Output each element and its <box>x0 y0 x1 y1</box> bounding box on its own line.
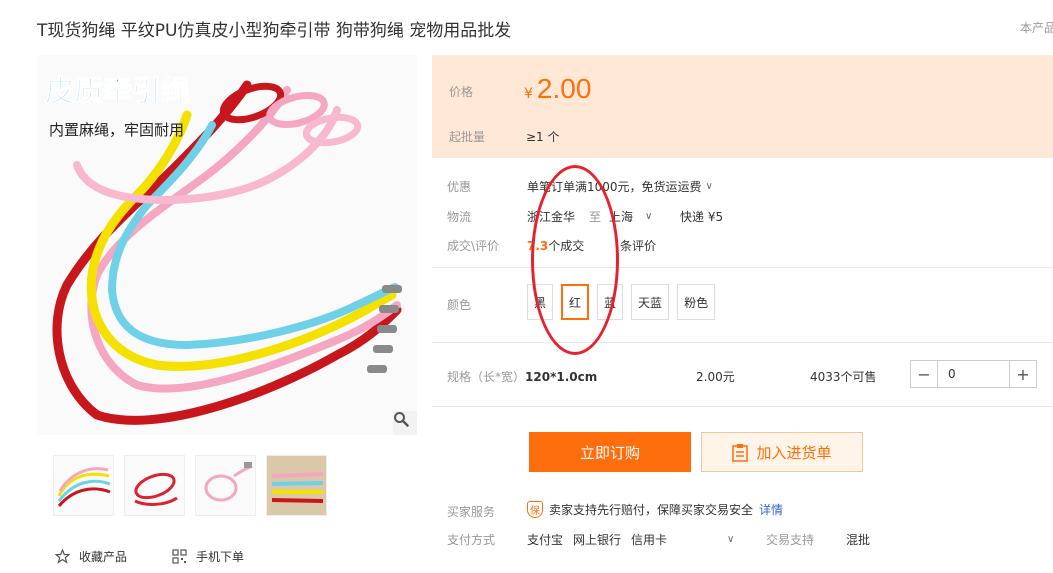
qr-code-icon <box>172 549 187 564</box>
color-option-sky-blue[interactable]: 天蓝 <box>631 284 670 320</box>
promo-dropdown[interactable]: 单笔订单满1000元，免货运运费 ∨ <box>527 178 713 195</box>
buyer-service: 保 卖家支持先行赔付，保障买家交易安全 详情 <box>527 501 783 518</box>
bottom-links: 收藏产品 手机下单 <box>55 548 244 565</box>
promo-text: 单笔订单满1000元，免货运运费 <box>527 180 702 194</box>
details-link[interactable]: 详情 <box>759 501 783 518</box>
color-options: 黑 红 蓝 天蓝 粉色 <box>527 284 716 320</box>
price-amount: 2.00 <box>536 73 592 104</box>
ship-to: 上海 <box>609 210 634 224</box>
banner-text: 皮质牵引绳 <box>45 74 190 108</box>
thumbnail-1[interactable] <box>53 455 114 516</box>
deals-number: 7.3 <box>527 239 549 253</box>
color-option-pink[interactable]: 粉色 <box>677 284 716 320</box>
spec-row: 规格（长*宽）120*1.0cm <box>447 368 597 385</box>
thumbnail-4[interactable] <box>266 455 327 516</box>
payment-method: 支付宝 <box>527 533 564 547</box>
spec-price: 2.00元 <box>696 370 735 384</box>
payment-methods[interactable]: 支付宝 网上银行 信用卡 ∨ <box>527 531 734 548</box>
clipboard-icon <box>732 443 749 462</box>
shield-icon: 保 <box>527 501 543 518</box>
favorite-label: 收藏产品 <box>79 550 128 564</box>
logistics-label: 物流 <box>447 210 472 224</box>
spec-stock: 4033个可售 <box>810 370 877 384</box>
corner-note: 本产品 <box>1020 21 1053 35</box>
promo-label: 优惠 <box>447 180 472 194</box>
thumbnail-2[interactable] <box>124 455 185 516</box>
payment-method: 网上银行 <box>573 533 622 547</box>
chevron-down-icon: ∨ <box>645 211 653 222</box>
star-icon <box>55 549 70 564</box>
add-to-list-label: 加入进货单 <box>756 443 832 462</box>
color-option-red[interactable]: 红 <box>561 284 590 320</box>
payment-method: 信用卡 <box>631 533 668 547</box>
ship-from: 浙江金华 <box>527 210 576 224</box>
favorite-button[interactable]: 收藏产品 <box>55 548 127 565</box>
divider <box>432 267 1053 268</box>
quantity-input[interactable]: 0 <box>937 361 1010 387</box>
mobile-order-button[interactable]: 手机下单 <box>172 548 244 565</box>
minus-button[interactable]: − <box>911 361 937 387</box>
ship-to-word: 至 <box>589 210 602 224</box>
payment-label: 支付方式 <box>447 533 496 547</box>
ship-method: 快递 ¥5 <box>680 210 724 224</box>
main-product-image[interactable]: 皮质牵引绳 内置麻绳，牢固耐用 <box>37 55 417 435</box>
buy-now-button[interactable]: 立即订购 <box>529 432 691 472</box>
trade-support-value: 混批 <box>846 533 871 547</box>
thumbnail-3[interactable] <box>195 455 256 516</box>
moq-label: 起批量 <box>449 130 486 144</box>
sub-text: 内置麻绳，牢固耐用 <box>49 121 184 139</box>
magnifier-icon[interactable] <box>393 411 417 435</box>
moq-value: ≥1 个 <box>526 130 560 144</box>
color-option-blue[interactable]: 蓝 <box>597 284 624 320</box>
quantity-stepper: − 0 + <box>910 360 1037 388</box>
divider <box>432 406 1053 407</box>
plus-button[interactable]: + <box>1010 361 1036 387</box>
thumbnail-strip <box>53 455 327 516</box>
color-label: 颜色 <box>447 298 472 312</box>
chevron-down-icon: ∨ <box>727 534 735 545</box>
spec-label: 规格（长*宽） <box>447 370 526 384</box>
deals-suffix: 个成交 <box>548 239 585 253</box>
price-panel: 价格 ¥ 2.00 起批量 ≥1 个 <box>432 55 1053 158</box>
ship-to-dropdown[interactable]: 上海 ∨ <box>609 208 652 225</box>
deals-count[interactable]: 7.3个成交 <box>527 237 584 254</box>
add-to-list-button[interactable]: 加入进货单 <box>701 432 863 472</box>
color-option-black[interactable]: 黑 <box>527 284 554 320</box>
buyer-service-label: 买家服务 <box>447 505 496 519</box>
product-title: T现货狗绳 平纹PU仿真皮小型狗牵引带 狗带狗绳 宠物用品批发 <box>37 21 512 41</box>
buyer-service-text: 卖家支持先行赔付，保障买家交易安全 <box>549 503 754 517</box>
price-label: 价格 <box>449 85 474 99</box>
leash-illustration: 皮质牵引绳 内置麻绳，牢固耐用 <box>45 74 402 425</box>
deals-label: 成交\评价 <box>447 239 500 253</box>
spec-value: 120*1.0cm <box>525 370 598 384</box>
price-value: ¥ 2.00 <box>524 73 591 105</box>
currency-symbol: ¥ <box>524 86 533 102</box>
chevron-down-icon: ∨ <box>705 181 713 192</box>
reviews-link[interactable]: 条评价 <box>620 237 656 254</box>
trade-support-label: 交易支持 <box>766 533 815 547</box>
mobile-order-label: 手机下单 <box>196 550 245 564</box>
divider <box>432 342 1053 343</box>
